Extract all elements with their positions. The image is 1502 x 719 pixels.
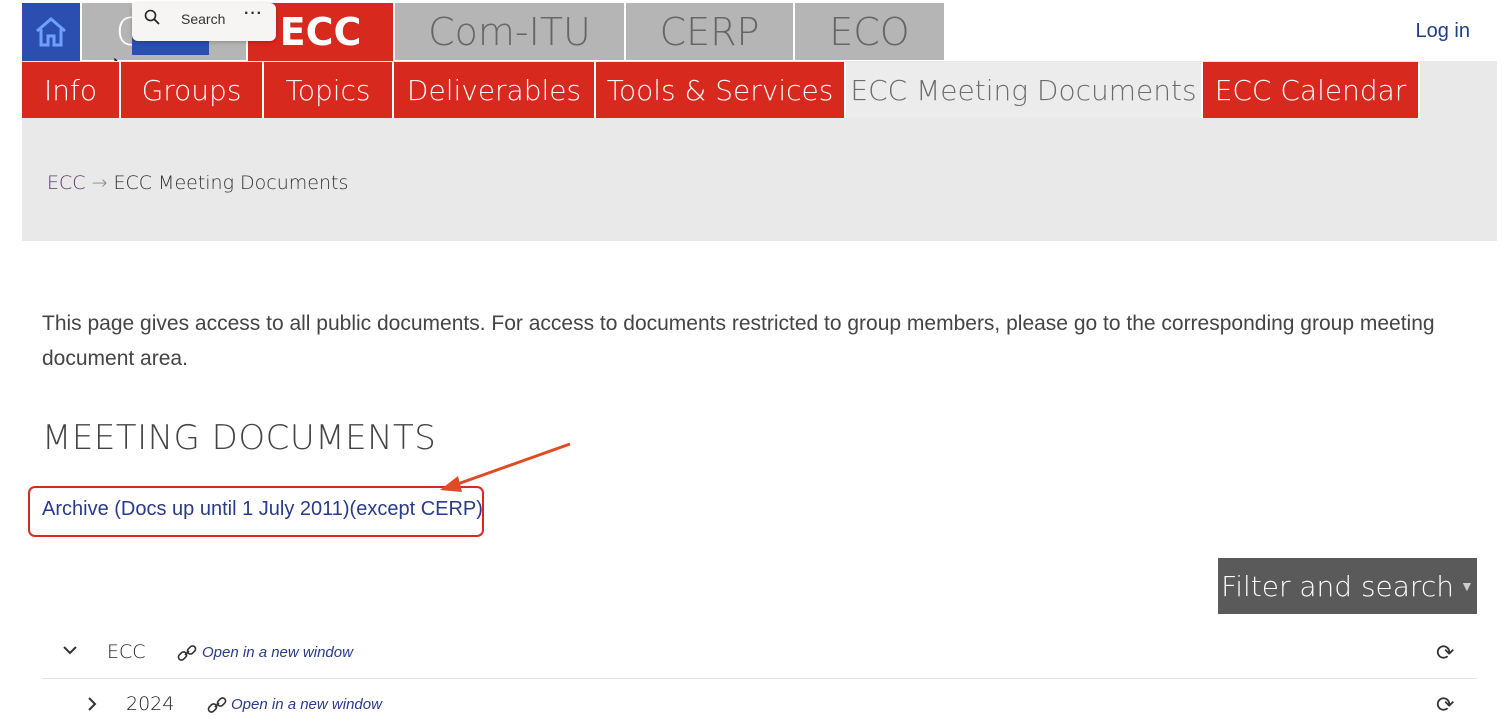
link-icon bbox=[207, 697, 227, 713]
home-button[interactable] bbox=[22, 3, 80, 61]
annotation-arrow-icon bbox=[440, 442, 571, 492]
page-heading: MEETING DOCUMENTS bbox=[42, 418, 437, 458]
breadcrumb-root-link[interactable]: ECC bbox=[47, 172, 86, 194]
open-new-window-link[interactable]: Open in a new window bbox=[231, 696, 382, 713]
chevron-down-icon bbox=[63, 646, 77, 655]
nav-item-ecc-meeting-documents[interactable]: ECC Meeting Documents bbox=[846, 62, 1203, 118]
more-icon[interactable]: ··· bbox=[244, 5, 263, 23]
search-icon bbox=[144, 9, 160, 25]
breadcrumb: ECC → ECC Meeting Documents bbox=[47, 172, 348, 194]
caret-down-icon: ▼ bbox=[1459, 578, 1474, 595]
nav-item-topics[interactable]: Topics bbox=[264, 62, 394, 118]
nav-item-deliverables[interactable]: Deliverables bbox=[394, 62, 596, 118]
tree-node-label[interactable]: ECC bbox=[107, 641, 146, 663]
breadcrumb-current: ECC Meeting Documents bbox=[113, 172, 349, 194]
link-icon bbox=[177, 645, 197, 661]
filter-and-search-button[interactable]: Filter and search ▼ bbox=[1218, 558, 1477, 614]
search-popup[interactable]: Search ··· bbox=[132, 3, 276, 41]
breadcrumb-arrow-icon: → bbox=[91, 172, 108, 194]
home-icon bbox=[36, 17, 66, 47]
nav-item-tools-services[interactable]: Tools & Services bbox=[596, 62, 846, 118]
filter-label: Filter and search bbox=[1221, 569, 1454, 603]
search-label[interactable]: Search bbox=[181, 11, 225, 27]
open-new-window-link[interactable]: Open in a new window bbox=[202, 644, 353, 661]
tab-cerp[interactable]: CERP bbox=[626, 3, 793, 60]
nav-item-groups[interactable]: Groups bbox=[121, 62, 264, 118]
nav-item-ecc-calendar[interactable]: ECC Calendar bbox=[1203, 62, 1420, 118]
tree-toggle-ecc[interactable] bbox=[60, 640, 80, 665]
intro-text: This page gives access to all public doc… bbox=[42, 312, 1435, 370]
archive-link[interactable]: Archive (Docs up until 1 July 2011)(exce… bbox=[42, 498, 483, 521]
row-divider bbox=[42, 678, 1477, 679]
chevron-right-icon bbox=[88, 697, 97, 711]
refresh-icon[interactable]: ⟳ bbox=[1436, 640, 1454, 666]
nav-item-info[interactable]: Info bbox=[22, 62, 121, 118]
tree-toggle-2024[interactable] bbox=[82, 694, 102, 719]
tab-eco[interactable]: ECO bbox=[795, 3, 944, 60]
refresh-icon[interactable]: ⟳ bbox=[1436, 692, 1454, 718]
tab-com-itu[interactable]: Com-ITU bbox=[395, 3, 624, 60]
login-link[interactable]: Log in bbox=[1416, 20, 1471, 43]
tree-node-label[interactable]: 2024 bbox=[126, 693, 174, 715]
